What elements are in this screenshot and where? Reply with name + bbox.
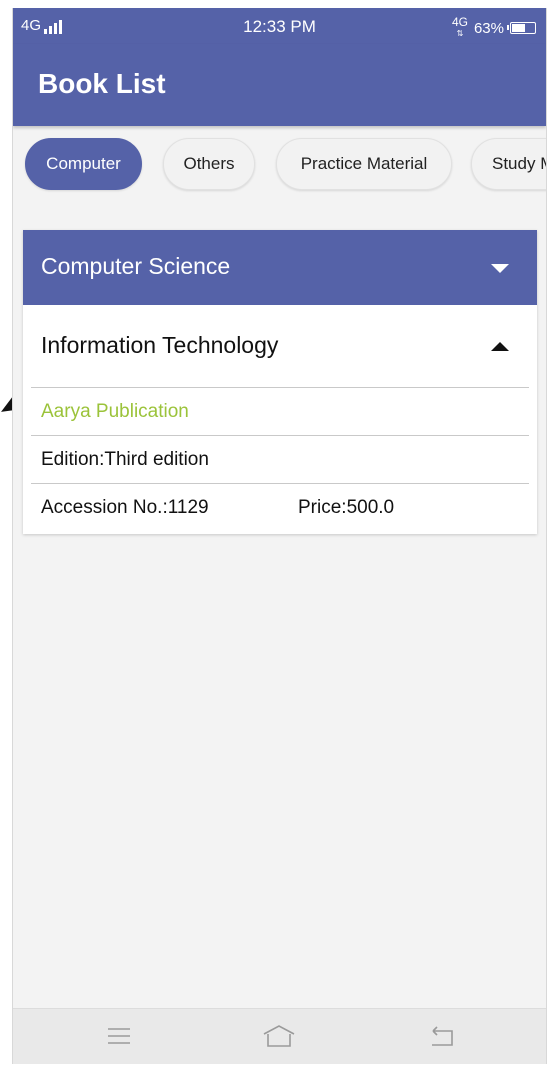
publisher-row: Aarya Publication xyxy=(23,388,537,435)
book-group-card: Computer Science Information Technology … xyxy=(23,230,537,534)
back-icon[interactable] xyxy=(427,1023,457,1049)
chevron-up-icon xyxy=(491,342,509,351)
subgroup-header-information-technology[interactable]: Information Technology xyxy=(23,305,537,387)
chip-practice-material[interactable]: Practice Material xyxy=(276,138,452,190)
status-right: 4G ⇅ 63% xyxy=(451,15,536,39)
edition-text: Edition:Third edition xyxy=(41,449,209,470)
edition-row: Edition:Third edition xyxy=(23,436,537,483)
network-type-right: 4G ⇅ xyxy=(451,15,468,38)
phone-screen: 4G 12:33 PM 4G ⇅ 63% Book List Computer O… xyxy=(12,8,547,1064)
status-bar: 4G 12:33 PM 4G ⇅ 63% xyxy=(13,8,546,44)
app-bar: Book List xyxy=(13,44,546,126)
battery-percent: 63% xyxy=(473,19,504,37)
publisher-text: Aarya Publication xyxy=(41,401,189,422)
price-text: Price:500.0 xyxy=(298,497,395,518)
chip-computer[interactable]: Computer xyxy=(25,138,142,190)
group-title: Computer Science xyxy=(41,253,231,279)
chevron-down-icon xyxy=(491,264,509,273)
chip-study-material[interactable]: Study M xyxy=(471,138,546,190)
group-header-computer-science[interactable]: Computer Science xyxy=(23,230,537,305)
system-nav-bar xyxy=(13,1008,546,1064)
home-icon[interactable] xyxy=(261,1023,297,1049)
page-title: Book List xyxy=(38,68,166,99)
battery-icon xyxy=(507,22,536,34)
details-row: Accession No.:1129 Price:500.0 xyxy=(23,484,537,534)
menu-icon[interactable] xyxy=(106,1023,132,1049)
accession-text: Accession No.:1129 xyxy=(41,497,209,518)
subgroup-title: Information Technology xyxy=(41,332,279,358)
chip-others[interactable]: Others xyxy=(163,138,255,190)
category-chips: Computer Others Practice Material Study … xyxy=(13,126,546,204)
